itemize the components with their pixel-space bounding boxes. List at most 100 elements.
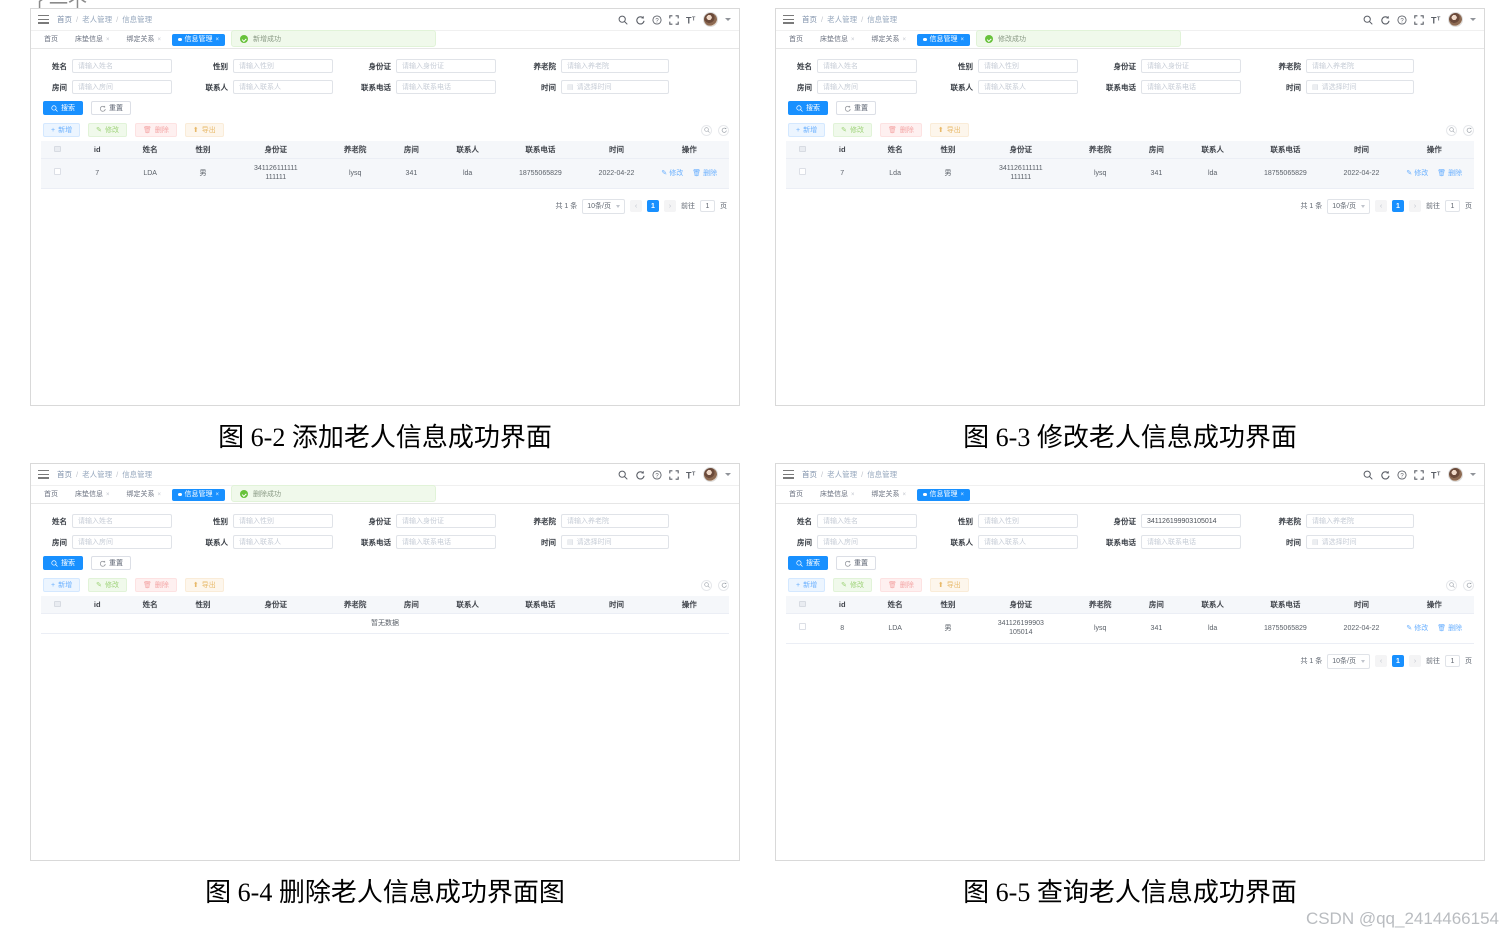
input-gender[interactable]: 请输入性别 — [233, 59, 333, 73]
input-time[interactable]: ▤ 请选择时间 — [1306, 80, 1414, 94]
search-toggle-icon[interactable] — [701, 124, 712, 136]
add-button[interactable]: + 新增 — [43, 578, 81, 592]
input-phone[interactable]: 请输入联系电话 — [1141, 535, 1241, 549]
input-room[interactable]: 请输入房间 — [72, 80, 172, 94]
row-checkbox[interactable] — [799, 168, 806, 175]
tab-2[interactable]: 绑定关系 × — [865, 488, 913, 501]
page-number-1[interactable]: 1 — [1392, 200, 1404, 213]
reset-button[interactable]: 重置 — [91, 556, 131, 570]
row-checkbox[interactable] — [799, 623, 806, 630]
refresh-icon[interactable] — [1380, 470, 1390, 480]
page-number-1[interactable]: 1 — [1392, 655, 1404, 668]
help-icon[interactable]: ? — [1397, 469, 1407, 480]
menu-collapse-icon[interactable] — [38, 15, 49, 24]
avatar[interactable] — [703, 467, 718, 482]
reset-button[interactable]: 重置 — [836, 556, 876, 570]
table-row[interactable]: 8 LDA 男 341126199903 105014 lysq 341 lda … — [786, 613, 1474, 644]
delete-button[interactable]: 🗑 删除 — [879, 123, 922, 137]
row-delete-link[interactable]: 🗑 删除 — [1437, 624, 1462, 633]
menu-collapse-icon[interactable] — [38, 470, 49, 479]
fullscreen-icon[interactable] — [1414, 14, 1424, 25]
avatar[interactable] — [1448, 467, 1463, 482]
edit-button[interactable]: ✎ 修改 — [833, 123, 872, 137]
row-edit-link[interactable]: ✎ 修改 — [1406, 169, 1428, 178]
add-button[interactable]: + 新增 — [43, 123, 81, 137]
delete-button[interactable]: 🗑 删除 — [134, 578, 177, 592]
avatar[interactable] — [703, 12, 718, 27]
input-name[interactable]: 请输入姓名 — [817, 59, 917, 73]
delete-button[interactable]: 🗑 删除 — [134, 123, 177, 137]
row-edit-link[interactable]: ✎ 修改 — [1406, 624, 1428, 633]
row-checkbox[interactable] — [54, 168, 61, 175]
select-all-header[interactable] — [786, 596, 820, 614]
tab-1[interactable]: 床垫信息 × — [814, 488, 861, 501]
next-page-button[interactable]: › — [1409, 200, 1421, 213]
help-icon[interactable]: ? — [1397, 14, 1407, 25]
font-size-icon[interactable]: TT — [1431, 15, 1441, 24]
refresh-table-icon[interactable] — [1463, 124, 1474, 136]
tab-close-icon[interactable]: × — [961, 37, 965, 43]
next-page-button[interactable]: › — [664, 200, 676, 213]
breadcrumb-item-0[interactable]: 首页 — [802, 14, 817, 25]
select-all-header[interactable] — [786, 141, 820, 159]
tab-1[interactable]: 床垫信息 × — [814, 33, 861, 46]
fullscreen-icon[interactable] — [669, 14, 679, 25]
input-gender[interactable]: 请输入性别 — [978, 59, 1078, 73]
input-room[interactable]: 请输入房间 — [817, 80, 917, 94]
help-icon[interactable]: ? — [652, 14, 662, 25]
tab-1[interactable]: 床垫信息 × — [69, 488, 116, 501]
prev-page-button[interactable]: ‹ — [630, 200, 642, 213]
select-all-header[interactable] — [41, 596, 75, 614]
chevron-down-icon[interactable] — [1470, 473, 1476, 476]
add-button[interactable]: + 新增 — [788, 578, 826, 592]
search-toggle-icon[interactable] — [1446, 124, 1457, 136]
refresh-icon[interactable] — [635, 15, 645, 25]
input-idcard[interactable]: 请输入身份证 — [396, 514, 496, 528]
export-button[interactable]: ⬆ 导出 — [929, 123, 969, 137]
input-gender[interactable]: 请输入性别 — [978, 514, 1078, 528]
reset-button[interactable]: 重置 — [91, 101, 131, 115]
export-button[interactable]: ⬆ 导出 — [929, 578, 969, 592]
goto-input[interactable]: 1 — [1445, 655, 1460, 668]
input-nursing_home[interactable]: 请输入养老院 — [1306, 59, 1414, 73]
font-size-icon[interactable]: TT — [686, 470, 696, 479]
input-time[interactable]: ▤ 请选择时间 — [1306, 535, 1414, 549]
tab-1[interactable]: 床垫信息 × — [69, 33, 116, 46]
tab-3[interactable]: 信息管理 × — [172, 33, 226, 46]
refresh-table-icon[interactable] — [718, 124, 729, 136]
input-idcard[interactable]: 341126199903105014 — [1141, 514, 1241, 528]
export-button[interactable]: ⬆ 导出 — [184, 578, 224, 592]
select-all-checkbox[interactable] — [799, 145, 806, 152]
page-number-1[interactable]: 1 — [647, 200, 659, 213]
breadcrumb-item-0[interactable]: 首页 — [802, 469, 817, 480]
prev-page-button[interactable]: ‹ — [1375, 655, 1387, 668]
refresh-table-icon[interactable] — [1463, 579, 1474, 591]
input-nursing_home[interactable]: 请输入养老院 — [561, 514, 669, 528]
input-contact[interactable]: 请输入联系人 — [978, 535, 1078, 549]
input-idcard[interactable]: 请输入身份证 — [1141, 59, 1241, 73]
goto-input[interactable]: 1 — [1445, 200, 1460, 213]
chevron-down-icon[interactable] — [725, 473, 731, 476]
prev-page-button[interactable]: ‹ — [1375, 200, 1387, 213]
table-row[interactable]: 7 Lda 男 341126111111 111111 lysq 341 lda … — [786, 158, 1474, 189]
select-all-checkbox[interactable] — [54, 145, 61, 152]
row-select-cell[interactable] — [786, 613, 820, 644]
tab-close-icon[interactable]: × — [106, 37, 110, 43]
input-idcard[interactable]: 请输入身份证 — [396, 59, 496, 73]
tab-close-icon[interactable]: × — [216, 37, 220, 43]
tab-0[interactable]: 首页 — [38, 488, 64, 501]
search-button[interactable]: 搜索 — [43, 556, 83, 570]
tab-2[interactable]: 绑定关系 × — [120, 33, 168, 46]
search-icon[interactable] — [1363, 470, 1373, 480]
tab-3[interactable]: 信息管理 × — [172, 488, 226, 501]
tab-close-icon[interactable]: × — [158, 492, 162, 498]
input-phone[interactable]: 请输入联系电话 — [1141, 80, 1241, 94]
input-name[interactable]: 请输入姓名 — [72, 514, 172, 528]
search-icon[interactable] — [1363, 15, 1373, 25]
input-name[interactable]: 请输入姓名 — [72, 59, 172, 73]
tab-close-icon[interactable]: × — [216, 492, 220, 498]
delete-button[interactable]: 🗑 删除 — [879, 578, 922, 592]
input-nursing_home[interactable]: 请输入养老院 — [1306, 514, 1414, 528]
input-contact[interactable]: 请输入联系人 — [978, 80, 1078, 94]
fullscreen-icon[interactable] — [1414, 469, 1424, 480]
